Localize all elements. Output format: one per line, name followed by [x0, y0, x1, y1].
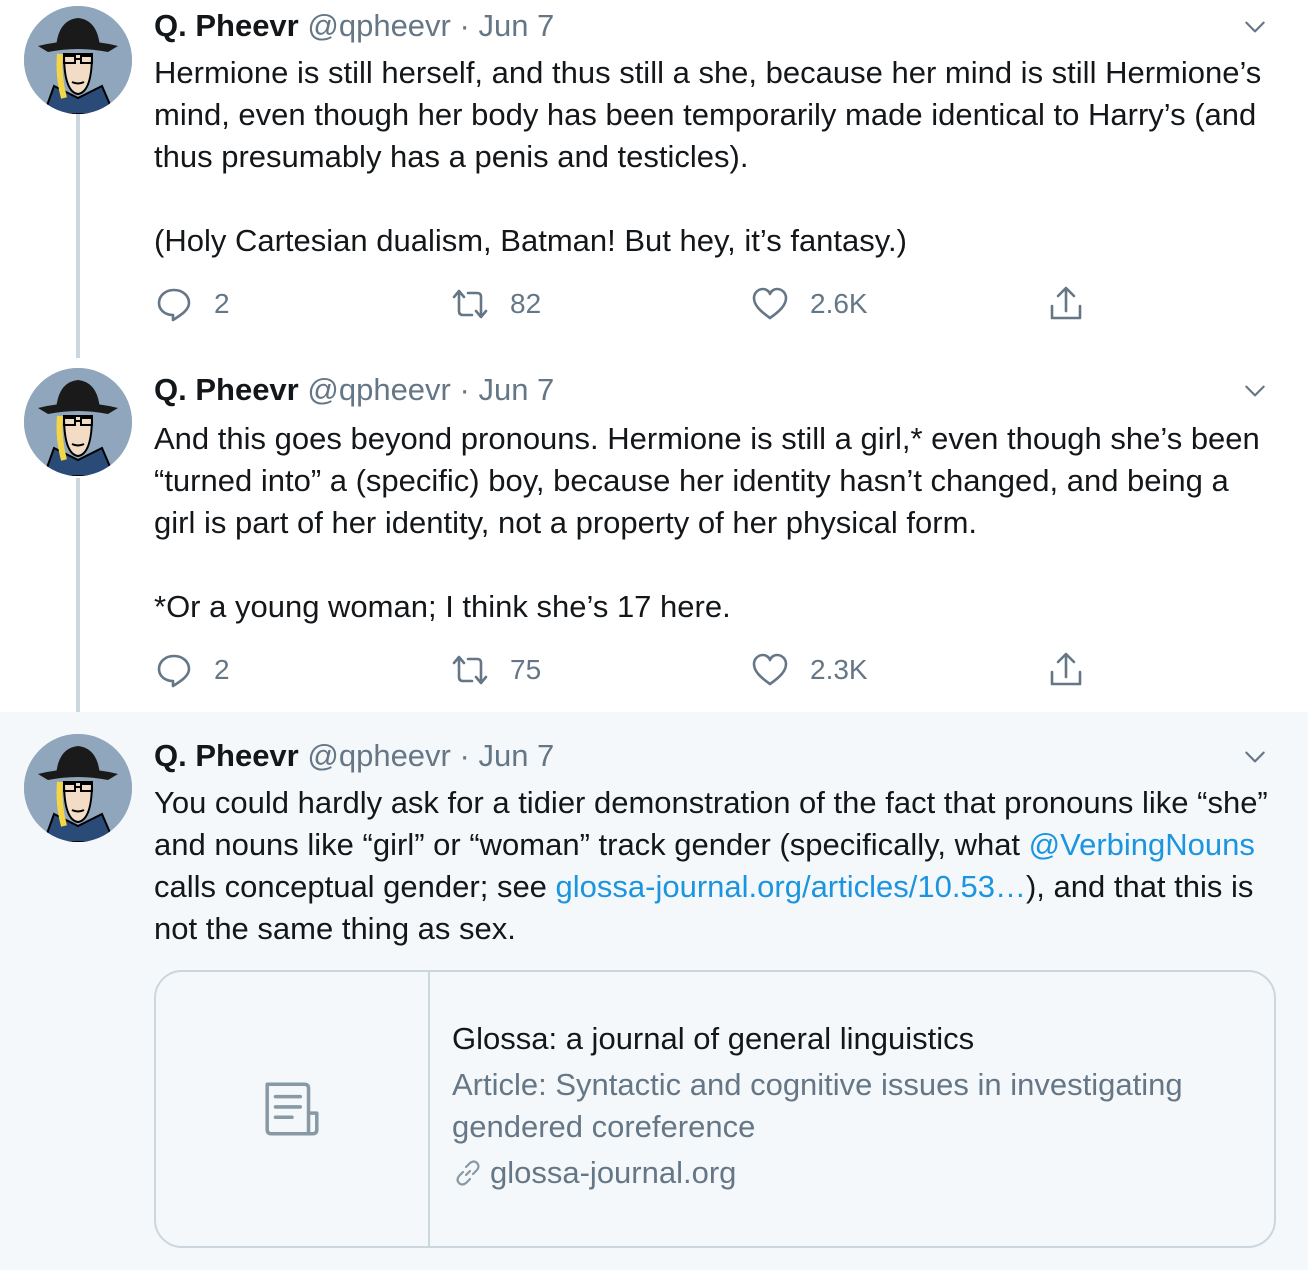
tweet-paragraph: You could hardly ask for a tidier demons…	[154, 782, 1274, 950]
retweet-icon	[452, 289, 488, 319]
tweet-thread: Q. Pheevr @qpheevr · Jun 7 Hermione is s…	[0, 0, 1308, 1270]
timestamp[interactable]: Jun 7	[478, 372, 554, 407]
reply-button[interactable]: 2	[154, 282, 230, 326]
timestamp[interactable]: Jun 7	[478, 738, 554, 773]
reply-count: 2	[214, 654, 230, 685]
share-button[interactable]	[1046, 648, 1086, 692]
tweet[interactable]: Q. Pheevr @qpheevr · Jun 7 Hermione is s…	[0, 0, 1308, 348]
tweet-actions: 2 75 2.3K	[154, 648, 1254, 692]
separator: ·	[459, 8, 470, 43]
like-button[interactable]: 2.6K	[750, 282, 868, 326]
link-preview-card[interactable]: Glossa: a journal of general linguistics…	[154, 970, 1276, 1248]
handle[interactable]: @qpheevr	[307, 8, 451, 43]
tweet-paragraph: And this goes beyond pronouns. Hermione …	[154, 421, 1260, 540]
separator: ·	[459, 738, 470, 773]
like-count: 2.6K	[810, 288, 868, 319]
tweet-text: You could hardly ask for a tidier demons…	[154, 782, 1274, 950]
tweet[interactable]: Q. Pheevr @qpheevr · Jun 7 And this goes…	[0, 348, 1308, 712]
retweet-count: 82	[510, 288, 542, 319]
reply-icon	[157, 288, 191, 322]
handle[interactable]: @qpheevr	[307, 372, 451, 407]
avatar[interactable]	[24, 734, 132, 842]
tweet-text: Hermione is still herself, and thus stil…	[154, 52, 1274, 262]
card-info: Glossa: a journal of general linguistics…	[452, 1018, 1252, 1194]
card-domain-text: glossa-journal.org	[490, 1155, 737, 1190]
handle[interactable]: @qpheevr	[307, 738, 451, 773]
display-name[interactable]: Q. Pheevr	[154, 372, 299, 407]
timestamp[interactable]: Jun 7	[478, 8, 554, 43]
retweet-button[interactable]: 82	[450, 282, 541, 326]
chevron-down-icon[interactable]	[1240, 742, 1270, 772]
tweet-paragraph: (Holy Cartesian dualism, Batman! But hey…	[154, 223, 907, 258]
avatar[interactable]	[24, 6, 132, 114]
retweet-button[interactable]: 75	[450, 648, 541, 692]
text-segment: calls conceptual gender; see	[154, 869, 556, 904]
document-icon	[265, 1082, 319, 1136]
url-link[interactable]: glossa-journal.org/articles/10.53…	[556, 869, 1026, 904]
tweet-header: Q. Pheevr @qpheevr · Jun 7	[154, 736, 554, 776]
share-button[interactable]	[1046, 282, 1086, 326]
reply-button[interactable]: 2	[154, 648, 230, 692]
card-title: Glossa: a journal of general linguistics	[452, 1021, 975, 1056]
chevron-down-icon[interactable]	[1240, 376, 1270, 406]
tweet-actions: 2 82 2.6K	[154, 282, 1254, 326]
tweet-header: Q. Pheevr @qpheevr · Jun 7	[154, 370, 554, 410]
reply-icon	[157, 654, 191, 688]
separator: ·	[459, 372, 470, 407]
like-count: 2.3K	[810, 654, 868, 685]
tweet-focused[interactable]: Q. Pheevr @qpheevr · Jun 7 You could har…	[0, 712, 1308, 1270]
chevron-down-icon[interactable]	[1240, 12, 1270, 42]
display-name[interactable]: Q. Pheevr	[154, 8, 299, 43]
tweet-header: Q. Pheevr @qpheevr · Jun 7	[154, 6, 554, 46]
tweet-paragraph: *Or a young woman; I think she’s 17 here…	[154, 589, 731, 624]
tweet-paragraph: Hermione is still herself, and thus stil…	[154, 55, 1262, 174]
heart-icon	[752, 653, 788, 686]
display-name[interactable]: Q. Pheevr	[154, 738, 299, 773]
link-icon	[456, 1160, 480, 1186]
avatar[interactable]	[24, 368, 132, 476]
card-thumbnail	[156, 972, 430, 1246]
share-icon	[1050, 652, 1082, 686]
share-icon	[1050, 286, 1082, 320]
mention-link[interactable]: @VerbingNouns	[1029, 827, 1255, 862]
reply-count: 2	[214, 288, 230, 319]
retweet-icon	[452, 655, 488, 685]
like-button[interactable]: 2.3K	[750, 648, 868, 692]
heart-icon	[752, 287, 788, 320]
retweet-count: 75	[510, 654, 542, 685]
card-domain: glossa-journal.org	[452, 1152, 1252, 1194]
card-description: Article: Syntactic and cognitive issues …	[452, 1067, 1183, 1144]
tweet-text: And this goes beyond pronouns. Hermione …	[154, 418, 1274, 628]
